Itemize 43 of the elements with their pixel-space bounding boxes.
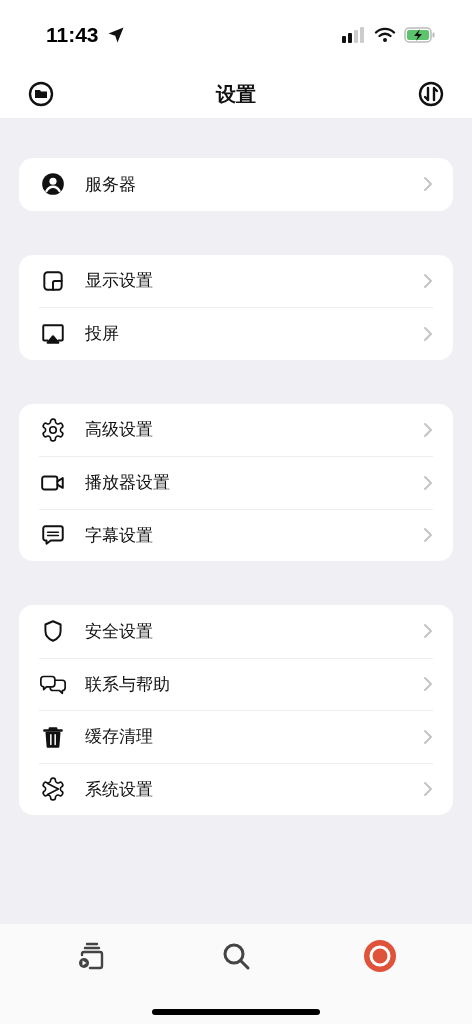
row-label: 投屏	[85, 323, 120, 345]
chevron-icon	[423, 325, 433, 342]
settings-row[interactable]: 投屏	[39, 307, 433, 360]
settings-row[interactable]: 显示设置	[39, 254, 433, 307]
location-arrow-icon	[106, 26, 125, 44]
row-label: 缓存清理	[85, 726, 154, 748]
chevron-icon	[423, 527, 433, 544]
person-icon	[40, 171, 66, 198]
row-label: 系统设置	[85, 778, 154, 801]
target-icon[interactable]	[363, 940, 396, 972]
settings-row[interactable]: 播放器设置	[39, 456, 433, 509]
settings-row[interactable]: 联系与帮助	[39, 657, 433, 710]
chevron-icon	[423, 623, 433, 640]
settings-row[interactable]: 安全设置	[39, 605, 433, 658]
search-icon[interactable]	[221, 941, 251, 971]
cog-play-icon	[40, 776, 66, 803]
settings-row[interactable]: 系统设置	[39, 762, 433, 815]
settings-row[interactable]: 服务器	[39, 158, 433, 211]
row-label: 高级设置	[85, 419, 154, 441]
settings-row[interactable]: 缓存清理	[39, 710, 433, 763]
row-label: 显示设置	[85, 270, 154, 292]
wifi-icon	[374, 27, 396, 43]
chevron-icon	[423, 474, 433, 491]
battery-charging-icon	[404, 27, 436, 43]
row-label: 安全设置	[85, 620, 154, 643]
row-label: 服务器	[85, 173, 137, 196]
row-label: 字幕设置	[85, 524, 154, 547]
settings-row[interactable]: 字幕设置	[39, 508, 433, 561]
chevron-icon	[423, 176, 433, 193]
chevron-icon	[423, 781, 433, 798]
page-title: 设置	[216, 82, 256, 107]
chevron-icon	[423, 272, 433, 289]
row-label: 播放器设置	[85, 472, 171, 494]
status-time: 11:43	[46, 22, 99, 49]
chevron-icon	[423, 728, 433, 745]
transfer-arrows-icon[interactable]	[418, 81, 444, 107]
chevron-icon	[423, 421, 433, 438]
gear-icon	[40, 416, 66, 443]
chevron-icon	[423, 676, 433, 693]
row-label: 联系与帮助	[85, 673, 171, 696]
settings-row[interactable]: 高级设置	[39, 403, 433, 456]
folder-icon[interactable]	[28, 81, 54, 107]
signal-icon	[342, 27, 366, 43]
